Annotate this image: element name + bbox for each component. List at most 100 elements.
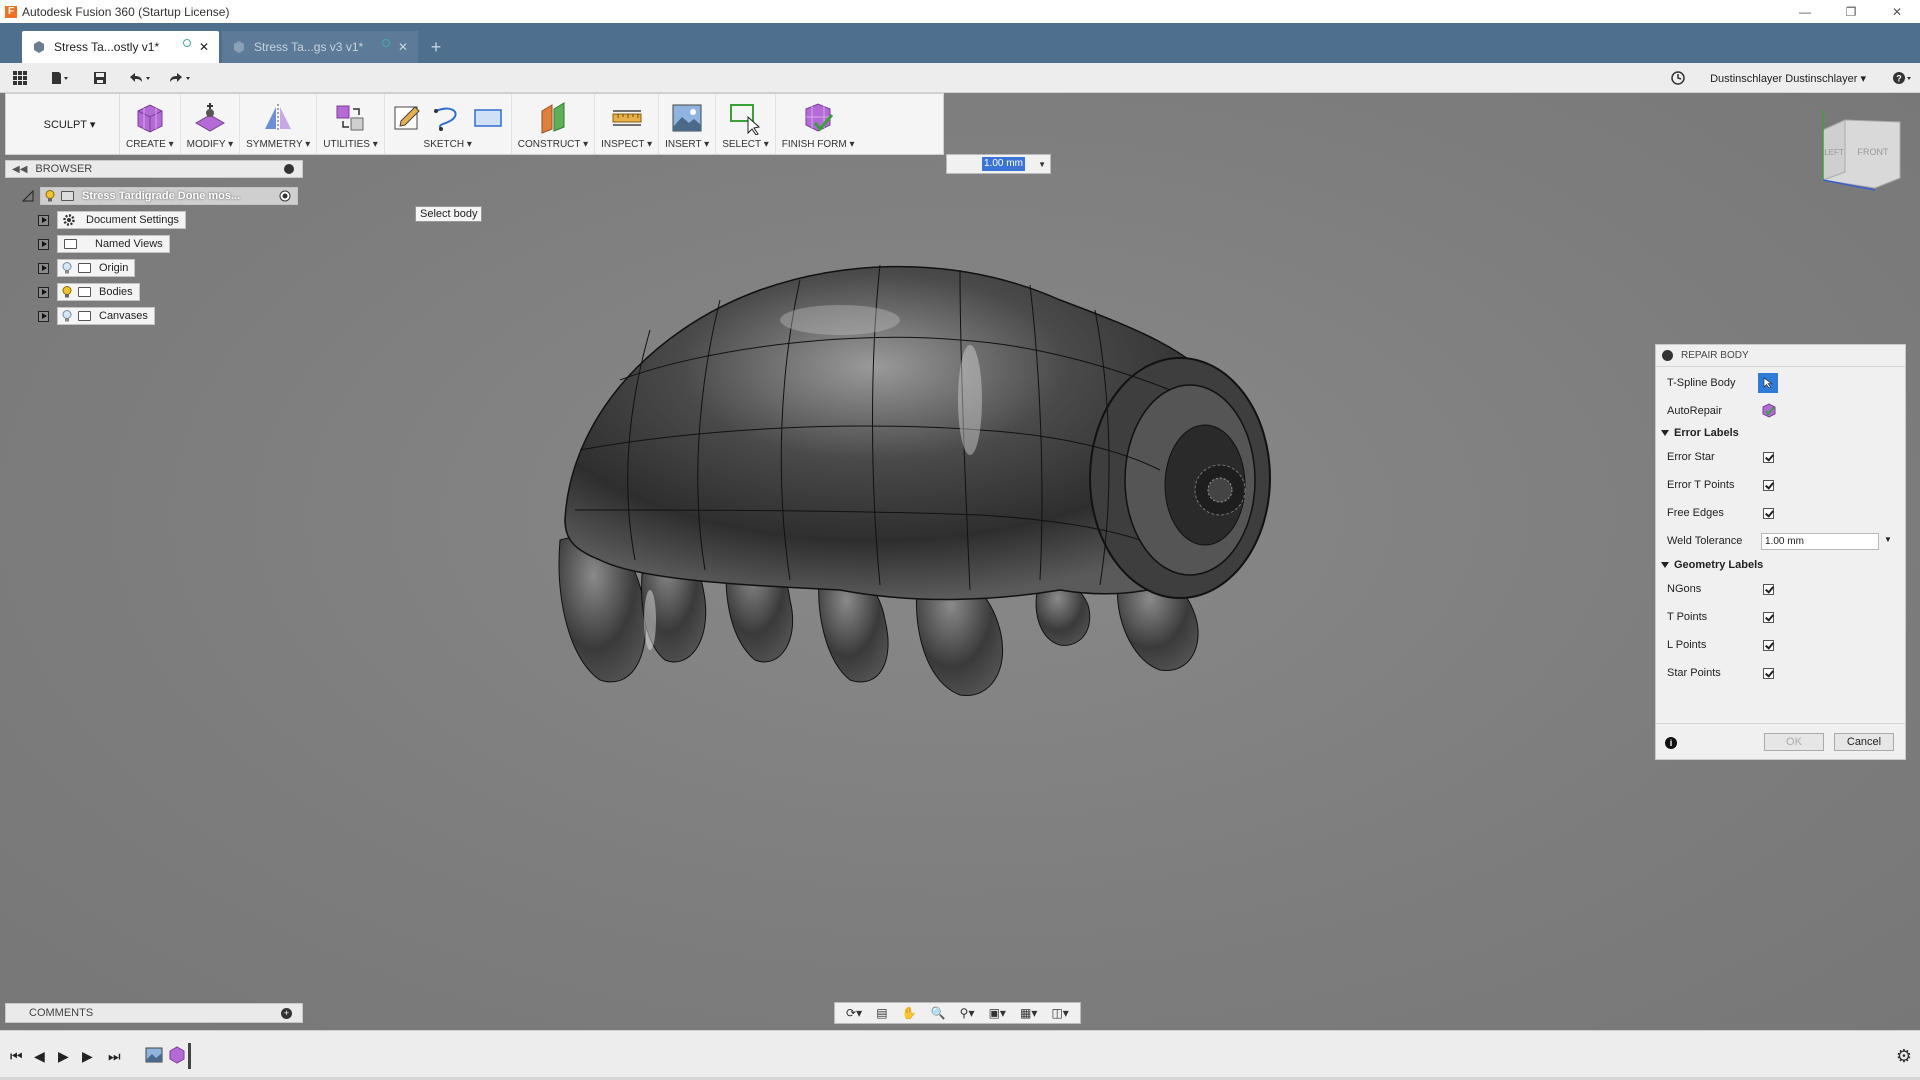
document-tab[interactable]: Stress Ta...gs v3 v1* ✕ bbox=[222, 31, 418, 63]
lightbulb-icon[interactable] bbox=[62, 262, 72, 274]
chevron-down-icon[interactable]: ▼ bbox=[1884, 535, 1892, 544]
file-icon[interactable] bbox=[40, 63, 80, 93]
expand-arrow-icon[interactable] bbox=[38, 262, 49, 274]
insert-menu[interactable]: INSERT ▾ bbox=[659, 94, 717, 154]
tab-label: Stress Ta...gs v3 v1* bbox=[254, 40, 364, 54]
section-collapse-icon[interactable] bbox=[1661, 562, 1669, 568]
gear-icon bbox=[63, 214, 75, 226]
error-labels-section[interactable]: Error Labels bbox=[1661, 427, 1739, 439]
chevron-down-icon[interactable]: ▼ bbox=[1038, 160, 1046, 169]
restore-icon[interactable]: ❐ bbox=[1828, 0, 1874, 23]
viewcube-left-label[interactable]: LEFT bbox=[1824, 148, 1844, 157]
browser-item-canvases[interactable]: Canvases bbox=[38, 307, 155, 325]
symmetry-menu[interactable]: SYMMETRY ▾ bbox=[240, 94, 318, 154]
save-icon[interactable] bbox=[80, 63, 120, 93]
fit-zoom-icon[interactable]: ⚲▾ bbox=[960, 1006, 975, 1020]
browser-item-bodies[interactable]: Bodies bbox=[38, 283, 140, 301]
browser-root-item[interactable]: Stress Tardigrade Done mos... bbox=[40, 187, 298, 205]
help-icon[interactable]: ? bbox=[1886, 63, 1920, 93]
timeline-form-feature-icon[interactable] bbox=[168, 1046, 186, 1064]
expand-arrow-icon[interactable] bbox=[38, 286, 49, 298]
cancel-button[interactable]: Cancel bbox=[1834, 733, 1894, 751]
error-star-checkbox[interactable] bbox=[1763, 451, 1774, 463]
expand-arrow-icon[interactable] bbox=[38, 214, 49, 226]
timeline-marker[interactable] bbox=[188, 1043, 191, 1069]
inspect-menu[interactable]: INSPECT ▾ bbox=[595, 94, 660, 154]
clock-icon[interactable] bbox=[1668, 63, 1688, 93]
ngons-checkbox[interactable] bbox=[1763, 583, 1774, 595]
viewports-icon[interactable]: ◫▾ bbox=[1051, 1006, 1068, 1020]
grid-settings-icon[interactable]: ▦▾ bbox=[1020, 1006, 1037, 1020]
workspace-switcher[interactable]: SCULPT ▾ bbox=[20, 94, 120, 154]
info-icon[interactable]: i bbox=[1665, 737, 1677, 749]
svg-text:?: ? bbox=[1896, 74, 1902, 84]
browser-item-document-settings[interactable]: Document Settings bbox=[38, 211, 186, 229]
browser-item-origin[interactable]: Origin bbox=[38, 259, 136, 277]
browser-header[interactable]: ◀◀ BROWSER bbox=[5, 160, 303, 178]
sketch-menu[interactable]: SKETCH ▾ bbox=[385, 94, 512, 154]
lightbulb-icon[interactable] bbox=[45, 190, 55, 202]
geometry-labels-section[interactable]: Geometry Labels bbox=[1661, 559, 1763, 571]
construct-label: CONSTRUCT ▾ bbox=[517, 139, 589, 150]
finish-form-menu[interactable]: FINISH FORM ▾ bbox=[776, 94, 861, 154]
add-comment-icon[interactable]: + bbox=[281, 1008, 292, 1019]
ok-button[interactable]: OK bbox=[1764, 733, 1824, 751]
close-tab-icon[interactable]: ✕ bbox=[199, 40, 209, 54]
step-back-icon[interactable]: ◀ bbox=[34, 1048, 45, 1065]
ngons-row: NGons bbox=[1656, 579, 1905, 599]
minimize-icon[interactable]: — bbox=[1782, 0, 1828, 23]
tspline-body-model[interactable] bbox=[540, 240, 1320, 740]
minimize-panel-icon[interactable] bbox=[284, 164, 294, 174]
close-icon[interactable]: ✕ bbox=[1874, 0, 1920, 23]
pan-hand-icon[interactable]: ✋ bbox=[902, 1006, 917, 1020]
zoom-icon[interactable]: 🔍 bbox=[931, 1006, 946, 1020]
undo-icon[interactable] bbox=[120, 63, 160, 93]
weld-tolerance-input[interactable]: 1.00 mm bbox=[1761, 532, 1879, 550]
view-cube[interactable]: LEFT FRONT bbox=[1815, 108, 1905, 198]
expand-arrow-icon[interactable] bbox=[38, 238, 49, 250]
create-menu[interactable]: CREATE ▾ bbox=[120, 94, 181, 154]
look-at-icon[interactable]: ▤ bbox=[876, 1006, 887, 1020]
select-body-button[interactable] bbox=[1758, 373, 1778, 393]
star-points-checkbox[interactable] bbox=[1763, 667, 1774, 679]
lightbulb-icon[interactable] bbox=[62, 310, 72, 322]
user-menu[interactable]: Dustinschlayer Dustinschlayer ▾ bbox=[1710, 72, 1866, 85]
document-tab-active[interactable]: Stress Ta...ostly v1* ✕ bbox=[22, 31, 219, 63]
finish-form-label: FINISH FORM ▾ bbox=[781, 139, 855, 150]
go-to-end-icon[interactable]: ⏭ bbox=[108, 1048, 121, 1065]
viewcube-front-label[interactable]: FRONT bbox=[1858, 147, 1889, 157]
close-tab-icon[interactable]: ✕ bbox=[398, 40, 408, 54]
redo-icon[interactable] bbox=[160, 63, 200, 93]
new-tab-button[interactable]: + bbox=[423, 35, 449, 59]
error-t-points-checkbox[interactable] bbox=[1763, 479, 1774, 491]
collapse-tree-icon[interactable] bbox=[22, 190, 34, 202]
construct-menu[interactable]: CONSTRUCT ▾ bbox=[512, 94, 596, 154]
utilities-menu[interactable]: UTILITIES ▾ bbox=[317, 94, 385, 154]
browser-item-named-views[interactable]: Named Views bbox=[38, 235, 170, 253]
activate-radio-icon[interactable] bbox=[279, 190, 291, 202]
collapse-dialog-icon[interactable] bbox=[1662, 350, 1673, 361]
display-settings-icon[interactable]: ▣▾ bbox=[989, 1006, 1006, 1020]
free-edges-checkbox[interactable] bbox=[1763, 507, 1774, 519]
timeline-canvas-feature-icon[interactable] bbox=[145, 1046, 163, 1064]
modify-menu[interactable]: MODIFY ▾ bbox=[181, 94, 241, 154]
select-menu[interactable]: SELECT ▾ bbox=[716, 94, 776, 154]
weld-tolerance-manipulator[interactable]: 1.00 mm ▼ bbox=[946, 154, 1051, 174]
gear-icon[interactable]: ⚙ bbox=[1896, 1046, 1912, 1067]
l-points-checkbox[interactable] bbox=[1763, 639, 1774, 651]
apps-grid-icon[interactable] bbox=[0, 63, 40, 93]
t-points-checkbox[interactable] bbox=[1763, 611, 1774, 623]
browser-root-row[interactable]: Stress Tardigrade Done mos... bbox=[22, 187, 298, 205]
manipulator-value[interactable]: 1.00 mm bbox=[982, 157, 1025, 171]
section-collapse-icon[interactable] bbox=[1661, 430, 1669, 436]
autorepair-button[interactable] bbox=[1761, 402, 1777, 421]
step-forward-icon[interactable]: ▶ bbox=[82, 1048, 93, 1065]
expand-arrow-icon[interactable] bbox=[38, 310, 49, 322]
go-to-start-icon[interactable]: ⏮ bbox=[10, 1048, 23, 1065]
lightbulb-icon[interactable] bbox=[62, 286, 72, 298]
collapse-left-icon[interactable]: ◀◀ bbox=[12, 164, 27, 175]
fusion-app-icon: F bbox=[5, 5, 17, 18]
orbit-icon[interactable]: ⟳▾ bbox=[846, 1006, 862, 1020]
comments-panel[interactable]: COMMENTS + bbox=[5, 1003, 303, 1023]
play-icon[interactable]: ▶ bbox=[58, 1048, 69, 1065]
